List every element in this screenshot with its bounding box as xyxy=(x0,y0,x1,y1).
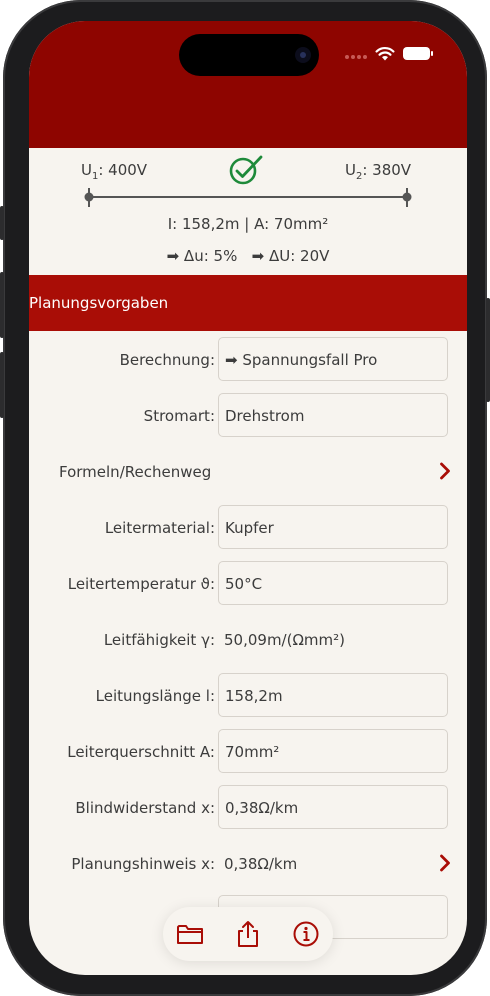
cable-line-graphic xyxy=(84,188,412,207)
app-screen: U1: 400V U2: 380V I: 158,2m | A: 70mm² ➡… xyxy=(29,21,467,975)
info-icon[interactable] xyxy=(291,920,321,948)
voltage-drop-text: ➡ Δu: 5% ➡ ΔU: 20V xyxy=(166,247,330,265)
row-label-leitertemperatur: Leitertemperatur ϑ: xyxy=(67,575,215,593)
volume-down-button xyxy=(0,352,4,418)
action-button xyxy=(0,206,4,240)
summary-panel: U1: 400V U2: 380V I: 158,2m | A: 70mm² ➡… xyxy=(29,148,467,275)
row-label-planungshinweis: Planungshinweis x: xyxy=(71,855,215,873)
chevron-right-icon[interactable] xyxy=(439,462,451,480)
signal-dots-icon xyxy=(345,55,367,71)
phone-frame: U1: 400V U2: 380V I: 158,2m | A: 70mm² ➡… xyxy=(0,0,490,996)
row-label-leiterquerschnitt: Leiterquerschnitt A: xyxy=(67,743,215,761)
cross-section-field[interactable]: 70mm² xyxy=(218,729,448,773)
conductivity-value: 50,09m/(Ωmm²) xyxy=(224,631,346,649)
header-bar xyxy=(29,21,467,148)
chevron-right-icon[interactable] xyxy=(439,854,451,872)
wifi-icon xyxy=(375,47,395,61)
folder-icon[interactable] xyxy=(175,920,205,948)
section-header: Planungsvorgaben xyxy=(29,275,467,331)
bottom-toolbar xyxy=(163,907,333,961)
conductor-temperature-field[interactable]: 50°C xyxy=(218,561,448,605)
camera-icon xyxy=(295,47,311,63)
formulas-link[interactable]: Formeln/Rechenweg xyxy=(59,463,211,481)
row-label-leitungslaenge: Leitungslänge l: xyxy=(95,687,215,705)
u2-label: U2: 380V xyxy=(345,161,412,182)
row-label-stromart: Stromart: xyxy=(143,407,215,425)
conductor-material-select[interactable]: Kupfer xyxy=(218,505,448,549)
row-label-berechnung: Berechnung: xyxy=(119,351,215,369)
cable-info-text: I: 158,2m | A: 70mm² xyxy=(167,215,329,233)
planning-hint-value: 0,38Ω/km xyxy=(224,855,298,873)
calculation-select[interactable]: ➡ Spannungsfall Pro xyxy=(218,337,448,381)
power-button xyxy=(486,298,490,402)
row-label-leitfaehigkeit: Leitfähigkeit γ: xyxy=(103,631,215,649)
dynamic-island xyxy=(179,34,319,76)
battery-icon xyxy=(403,47,433,60)
row-label-blindwiderstand: Blindwiderstand x: xyxy=(75,799,215,817)
row-label-leitermaterial: Leitermaterial: xyxy=(104,519,215,537)
u1-label: U1: 400V xyxy=(81,161,148,182)
cable-length-field[interactable]: 158,2m xyxy=(218,673,448,717)
check-circle-icon xyxy=(229,155,263,185)
share-icon[interactable] xyxy=(233,920,263,948)
current-type-select[interactable]: Drehstrom xyxy=(218,393,448,437)
volume-up-button xyxy=(0,272,4,338)
section-title: Planungsvorgaben xyxy=(29,294,169,312)
reactance-field[interactable]: 0,38Ω/km xyxy=(218,785,448,829)
